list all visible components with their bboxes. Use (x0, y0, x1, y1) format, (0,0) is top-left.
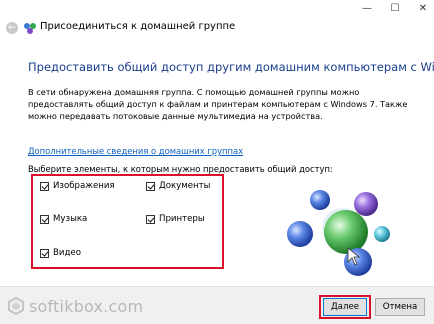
homegroup-molecule-graphic (287, 190, 390, 276)
checkbox-music-label: Музыка (53, 214, 88, 224)
checkbox-video-label: Видео (53, 248, 81, 258)
cancel-button[interactable]: Отмена (375, 298, 425, 316)
next-button[interactable]: Далее (323, 298, 367, 316)
homegroup-icon (24, 23, 36, 34)
checkbox-documents-label: Документы (159, 181, 211, 191)
checkbox-images[interactable]: Изображения (40, 181, 115, 191)
checkbox-check-icon[interactable] (146, 214, 155, 224)
homegroup-info-link[interactable]: Дополнительные сведения о домашних групп… (28, 146, 243, 156)
minimize-button[interactable]: — (360, 3, 374, 14)
checkbox-check-icon[interactable] (40, 214, 49, 224)
page-heading: Предоставить общий доступ другим домашни… (28, 60, 434, 74)
watermark-text: softikbox.com (29, 296, 144, 316)
description-text: В сети обнаружена домашняя группа. С пом… (28, 87, 408, 121)
checkbox-check-icon[interactable] (40, 181, 49, 191)
checkbox-printers[interactable]: Принтеры (146, 214, 205, 224)
checkbox-documents[interactable]: Документы (146, 181, 210, 191)
title-bar: ← Присоединиться к домашней группе — ☐ ✕ (0, 0, 434, 38)
checkbox-video[interactable]: Видео (40, 248, 81, 258)
maximize-button[interactable]: ☐ (388, 3, 402, 14)
checkbox-music[interactable]: Музыка (40, 214, 87, 224)
checkbox-images-label: Изображения (53, 181, 115, 191)
close-button[interactable]: ✕ (416, 3, 430, 14)
watermark-logo-icon (8, 296, 24, 316)
homegroup-dialog: ← Присоединиться к домашней группе — ☐ ✕… (0, 0, 434, 324)
watermark: softikbox.com (6, 296, 143, 316)
checkbox-printers-label: Принтеры (159, 214, 205, 224)
checkbox-check-icon[interactable] (40, 248, 49, 258)
window-controls: — ☐ ✕ (360, 0, 430, 16)
window-title: Присоединиться к домашней группе (40, 21, 236, 32)
share-prompt: Выберите элементы, к которым нужно предо… (28, 164, 333, 174)
back-arrow-icon[interactable]: ← (6, 22, 18, 34)
button-bar: softikbox.com Далее Отмена (0, 286, 434, 324)
checkbox-check-icon[interactable] (146, 181, 155, 191)
